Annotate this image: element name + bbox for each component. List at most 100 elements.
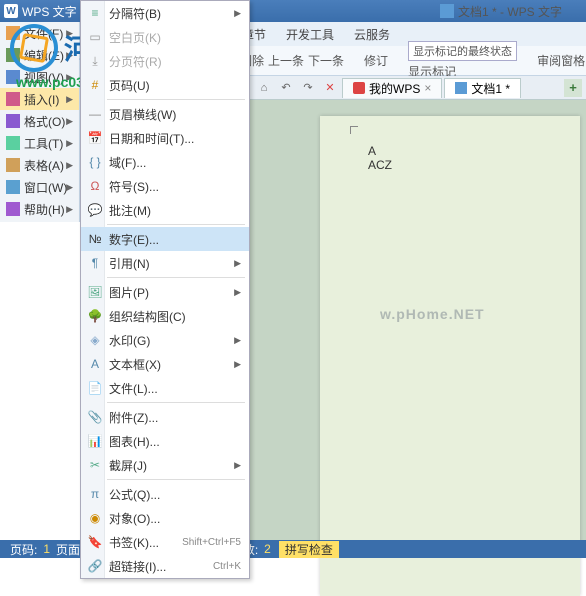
menu-separator [107,402,245,403]
table-icon [6,158,20,172]
submenu-item-label: 图片(P) [109,284,149,301]
submenu-item-screenshot[interactable]: ✂截屏(J)▶ [81,453,249,477]
chevron-right-icon: ▶ [66,138,73,149]
submenu-item-label: 分隔符(B) [109,5,161,22]
ribbon-review-pane[interactable]: 审阅窗格 [537,52,585,69]
submenu-item-label: 页眉横线(W) [109,106,176,123]
left-menu-table[interactable]: 表格(A)▶ [0,154,79,176]
submenu-item-label: 文本框(X) [109,356,161,373]
ribbon-group-track: 显示标记的最终状态 显示标记 [408,41,517,80]
document-icon [440,4,454,18]
ribbon-group-comments: 删除 上一条 下一条 [240,52,344,69]
submenu-item-label: 组织结构图(C) [109,308,186,325]
submenu-item-label: 批注(M) [109,202,151,219]
menu-separator [107,224,245,225]
ribbon-prev[interactable]: 上一条 [268,52,304,69]
submenu-item-label: 页码(U) [109,77,150,94]
left-menu-help-label: 帮助(H) [24,201,65,218]
submenu-item-field[interactable]: { }域(F)... [81,150,249,174]
attach-icon: 📎 [87,409,103,425]
submenu-item-textbox[interactable]: A文本框(X)▶ [81,352,249,376]
window-icon [6,180,20,194]
help-icon [6,202,20,216]
menu-separator [107,277,245,278]
submenu-item-number[interactable]: №数字(E)... [81,227,249,251]
ribbon-next[interactable]: 下一条 [308,52,344,69]
ref-icon: ¶ [87,255,103,271]
status-page-label: 页码: [6,541,41,558]
text-line-2: ACZ [368,158,392,172]
submenu-item-sep[interactable]: ≡分隔符(B)▶ [81,1,249,25]
left-menu-file[interactable]: 文件(F)▶ [0,22,79,44]
ribbon-revise[interactable]: 修订 [364,52,388,69]
submenu-item-datetime[interactable]: 📅 日期和时间(T)... [81,126,249,150]
chevron-right-icon: ▶ [234,335,241,346]
left-menu-file-label: 文件(F) [24,25,63,42]
add-tab-button[interactable]: + [564,79,582,97]
left-menu-edit[interactable]: 编辑(E)▶ [0,44,79,66]
submenu-item-label: 日期和时间(T)... [109,130,194,147]
left-menu-insert[interactable]: 插入(I)▶ [0,88,79,110]
submenu-item-label: 截屏(J) [109,457,147,474]
field-icon: { } [87,154,103,170]
tab-document1[interactable]: 文档1 * [444,78,521,98]
left-menu-format[interactable]: 格式(O)▶ [0,110,79,132]
tab-mywps[interactable]: 我的WPS × [342,78,442,98]
left-menu-tools[interactable]: 工具(T)▶ [0,132,79,154]
tab-close-x-icon[interactable]: × [424,81,431,95]
submenu-item-attach[interactable]: 📎附件(Z)... [81,405,249,429]
menu-separator [107,479,245,480]
left-menu-window-label: 窗口(W) [24,179,67,196]
submenu-item-pagenum[interactable]: #页码(U) [81,73,249,97]
chart-icon: 📊 [87,433,103,449]
submenu-item-blank[interactable]: ▭空白页(K) [81,25,249,49]
submenu-item-symbol[interactable]: Ω符号(S)... [81,174,249,198]
tab-close-icon[interactable]: ✕ [320,79,340,97]
app-logo-icon: W [4,4,18,18]
chevron-right-icon: ▶ [66,72,73,83]
watermark-icon: ◈ [87,332,103,348]
submenu-item-chart[interactable]: 📊图表(H)... [81,429,249,453]
workspace: ⌂ ↶ ↷ ✕ 我的WPS × 文档1 * + A ACZ w.pHome.NE… [250,76,586,540]
tab-mywps-label: 我的WPS [369,80,420,97]
submenu-item-file[interactable]: 📄文件(L)... [81,376,249,400]
chevron-right-icon: ▶ [66,28,73,39]
submenu-item-comment[interactable]: 💬批注(M) [81,198,249,222]
submenu-item-bookmark[interactable]: 🔖书签(K)...Shift+Ctrl+F5 [81,530,249,554]
submenu-item-object[interactable]: ◉对象(O)... [81,506,249,530]
textbox-icon: A [87,356,103,372]
chevron-right-icon: ▶ [234,287,241,298]
text-line-1: A [368,144,392,158]
submenu-item-headerline[interactable]: —页眉横线(W) [81,102,249,126]
status-mode[interactable]: 拼写检查 [279,541,339,558]
pic-icon: 🖼 [87,284,103,300]
menu-devtools[interactable]: 开发工具 [276,26,344,43]
left-menu-window[interactable]: 窗口(W)▶ [0,176,79,198]
datetime-icon: 📅 [87,130,103,146]
track-state-select[interactable]: 显示标记的最终状态 [408,41,517,61]
submenu-item-label: 空白页(K) [109,29,161,46]
submenu-item-formula[interactable]: π公式(Q)... [81,482,249,506]
number-icon: № [87,231,103,247]
submenu-item-org[interactable]: 🌳组织结构图(C) [81,304,249,328]
app-name: WPS 文字 [22,3,77,20]
submenu-item-label: 水印(G) [109,332,150,349]
screenshot-icon: ✂ [87,457,103,473]
submenu-item-watermark[interactable]: ◈ 水印(G) ▶ [81,328,249,352]
left-menu-table-label: 表格(A) [24,157,64,174]
submenu-item-ref[interactable]: ¶引用(N)▶ [81,251,249,275]
left-menu-help[interactable]: 帮助(H)▶ [0,198,79,220]
submenu-item-pagebreak[interactable]: ⤓分页符(R) [81,49,249,73]
format-icon [6,114,20,128]
left-menu-view[interactable]: 视图(V)▶ [0,66,79,88]
ribbon-group-revise: 修订 [364,52,388,69]
doc-icon [455,82,467,94]
tab-undo-icon[interactable]: ↶ [276,79,296,97]
insert-submenu: ≡分隔符(B)▶▭空白页(K)⤓分页符(R)#页码(U) —页眉横线(W) 📅 日期和… [80,0,250,579]
document-page[interactable]: A ACZ w.pHome.NET [320,116,580,596]
document-title-text: 文档1 * - WPS 文字 [458,3,562,20]
submenu-item-pic[interactable]: 🖼 图片(P) ▶ [81,280,249,304]
tab-home-icon[interactable]: ⌂ [254,79,274,97]
tab-redo-icon[interactable]: ↷ [298,79,318,97]
menu-cloud[interactable]: 云服务 [344,26,400,43]
